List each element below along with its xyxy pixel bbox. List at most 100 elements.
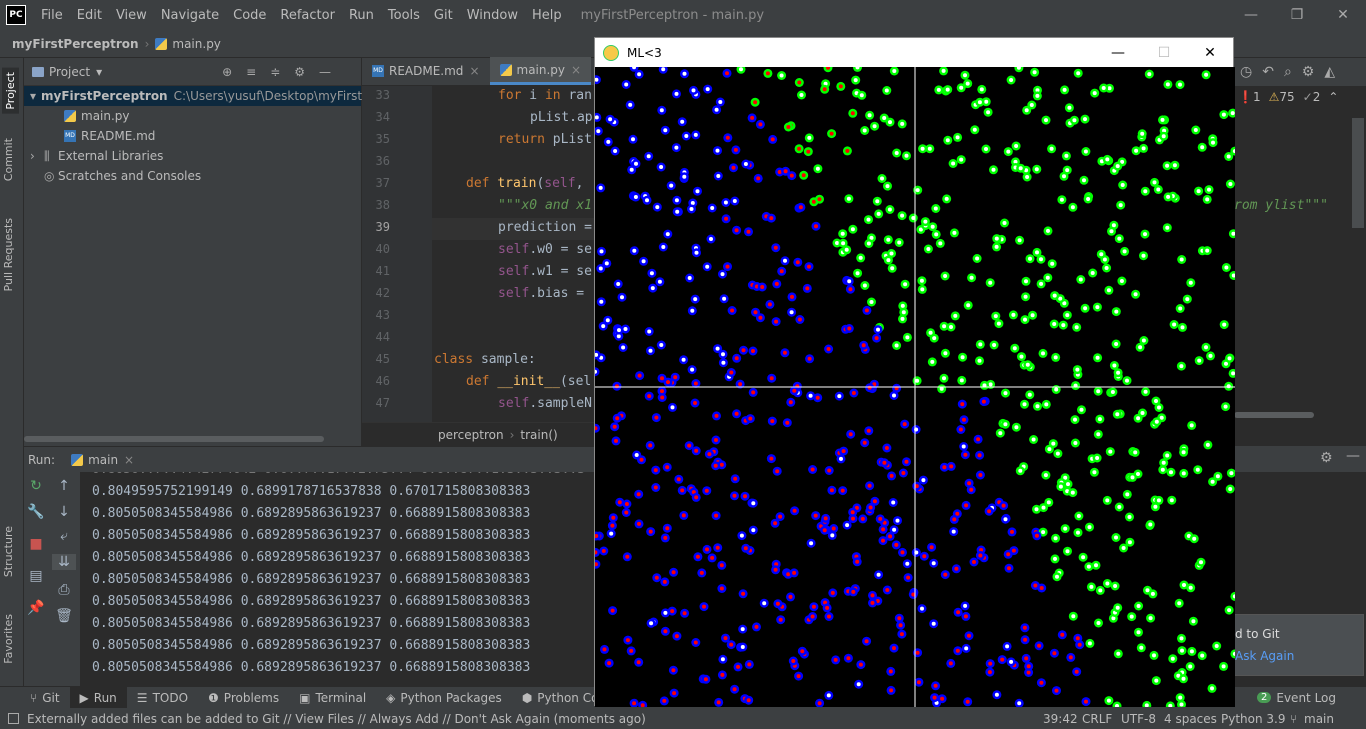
breadcrumb-method[interactable]: train() (520, 428, 557, 442)
menu-file[interactable]: File (34, 8, 70, 23)
run-panel-header-right: ⚙ — (1234, 446, 1366, 472)
restore-icon[interactable]: ❐ (1274, 0, 1320, 30)
trash-icon[interactable]: 🗑 (52, 608, 76, 624)
python-interpreter[interactable]: Python 3.9 (1221, 712, 1286, 726)
tool-problems[interactable]: ❶ Problems (198, 687, 289, 709)
plugin-icon[interactable]: ◭ (1324, 64, 1335, 80)
sample-point (1131, 146, 1141, 156)
run-console-output[interactable]: 0.8050..7..4.42774642 0.6..7..17..2.75..… (80, 472, 594, 686)
layout-icon[interactable]: ▤ (24, 568, 48, 584)
menu-help[interactable]: Help (525, 8, 569, 23)
git-branch[interactable]: main (1304, 712, 1334, 726)
tool-tab-commit[interactable]: Commit (2, 138, 15, 181)
window-toggle-icon[interactable] (8, 713, 19, 724)
sample-point (759, 598, 769, 608)
run-label: Run: (28, 452, 56, 467)
tool-todo[interactable]: ☰ TODO (127, 687, 198, 709)
menu-run[interactable]: Run (342, 8, 381, 23)
sample-point (953, 646, 963, 656)
caret-position[interactable]: 39:42 (1043, 712, 1078, 726)
close-tab-icon[interactable]: × (124, 453, 134, 467)
menu-refactor[interactable]: Refactor (273, 8, 342, 23)
tool-python-packages[interactable]: ◈ Python Packages (376, 687, 512, 709)
rerun-icon[interactable]: ↻ (24, 478, 48, 494)
tool-tab-favorites[interactable]: Favorites (2, 614, 15, 664)
horizontal-scrollbar[interactable] (1234, 412, 1314, 418)
code-line: for i in ran (498, 88, 592, 103)
breadcrumb-class[interactable]: perceptron (438, 428, 504, 442)
dont-ask-again-link[interactable]: Ask Again (1235, 649, 1294, 663)
menu-navigate[interactable]: Navigate (154, 8, 226, 23)
tool-tab-pull-requests[interactable]: Pull Requests (2, 218, 15, 291)
minimize-icon[interactable]: — (1095, 38, 1141, 67)
undo-icon[interactable]: ↶ (1262, 64, 1274, 80)
chevron-up-icon[interactable]: ⌃ (1328, 90, 1338, 104)
status-message[interactable]: Externally added files can be added to G… (27, 712, 646, 726)
panel-toolbar-icons[interactable]: ⊕≡≑⚙— (222, 65, 345, 79)
scroll-to-end-icon[interactable]: ⇊ (52, 554, 76, 570)
sample-point (1228, 368, 1235, 378)
tool-event-log[interactable]: 2 Event Log (1247, 687, 1346, 709)
menu-view[interactable]: View (109, 8, 154, 23)
sample-point (1112, 409, 1122, 419)
tool-run[interactable]: ▶ Run (69, 686, 127, 709)
tool-tab-project[interactable]: Project (2, 68, 19, 114)
close-tab-icon[interactable]: × (469, 64, 479, 78)
sample-point (903, 573, 913, 583)
sample-point (1113, 649, 1123, 659)
tool-label: TODO (152, 690, 189, 705)
menu-code[interactable]: Code (226, 8, 273, 23)
pin-icon[interactable]: 📌 (24, 600, 48, 616)
scatter-canvas[interactable] (595, 67, 1235, 707)
inspection-widget[interactable]: ❗1 ⚠75 ✓2 ⌃ (1238, 90, 1338, 104)
sample-point (802, 283, 812, 293)
tree-item-main-py[interactable]: main.py (24, 106, 361, 126)
sample-point (1041, 399, 1051, 409)
minimize-icon[interactable]: — (1228, 0, 1274, 30)
sample-point (1070, 415, 1080, 425)
tool-tab-structure[interactable]: Structure (2, 526, 15, 577)
soft-wrap-icon[interactable]: ⤶ (52, 528, 76, 544)
stop-icon[interactable]: ■ (24, 536, 48, 552)
tree-item-external-libraries[interactable]: › ⫼ External Libraries (24, 146, 361, 166)
horizontal-scrollbar[interactable] (24, 436, 324, 442)
history-icon[interactable]: ◷ (1240, 64, 1252, 80)
vertical-scrollbar[interactable] (1352, 118, 1364, 228)
sample-point (1072, 322, 1082, 332)
gear-icon[interactable]: ⚙ (1320, 450, 1333, 466)
gear-icon[interactable]: ⚙ (1302, 64, 1315, 80)
code-editor[interactable]: 33 34 35 36 37 38 39 40 41 42 43 44 45 4… (362, 86, 594, 422)
tab-main-py[interactable]: main.py × (489, 57, 592, 85)
tree-item-scratches[interactable]: ◎ Scratches and Consoles (24, 166, 361, 186)
tool-terminal[interactable]: ▣ Terminal (289, 687, 376, 709)
tab-readme[interactable]: MD README.md × (362, 57, 490, 85)
sample-point (680, 608, 690, 618)
menu-edit[interactable]: Edit (70, 8, 109, 23)
tool-git[interactable]: ⑂ Git (0, 687, 70, 709)
search-icon[interactable]: ⌕ (1284, 64, 1292, 80)
sample-point (597, 246, 606, 256)
arrow-down-icon[interactable]: ↓ (52, 504, 76, 520)
nav-project[interactable]: myFirstPerceptron (12, 37, 139, 51)
menu-git[interactable]: Git (427, 8, 460, 23)
print-icon[interactable]: ⎙ (52, 582, 76, 598)
tree-item-readme[interactable]: MD README.md (24, 126, 361, 146)
file-encoding[interactable]: UTF-8 (1121, 712, 1156, 726)
line-number: 36 (375, 154, 390, 168)
project-panel-title[interactable]: Project (49, 65, 90, 79)
chevron-down-icon[interactable]: ▾ (96, 65, 102, 79)
wrench-icon[interactable]: 🔧 (24, 504, 48, 520)
close-icon[interactable]: ✕ (1187, 38, 1233, 67)
menu-window[interactable]: Window (460, 8, 525, 23)
close-tab-icon[interactable]: × (571, 63, 581, 77)
nav-file[interactable]: main.py (172, 37, 221, 51)
close-icon[interactable]: ✕ (1320, 0, 1366, 30)
menu-tools[interactable]: Tools (381, 8, 427, 23)
tree-root[interactable]: ▾ myFirstPerceptron C:\Users\yusuf\Deskt… (24, 86, 388, 106)
arrow-up-icon[interactable]: ↑ (52, 478, 76, 494)
sample-point (860, 126, 870, 135)
run-config-tab[interactable]: main (88, 453, 118, 467)
indent-setting[interactable]: 4 spaces (1164, 712, 1217, 726)
hide-icon[interactable]: — (1346, 448, 1360, 464)
line-separator[interactable]: CRLF (1082, 712, 1112, 726)
